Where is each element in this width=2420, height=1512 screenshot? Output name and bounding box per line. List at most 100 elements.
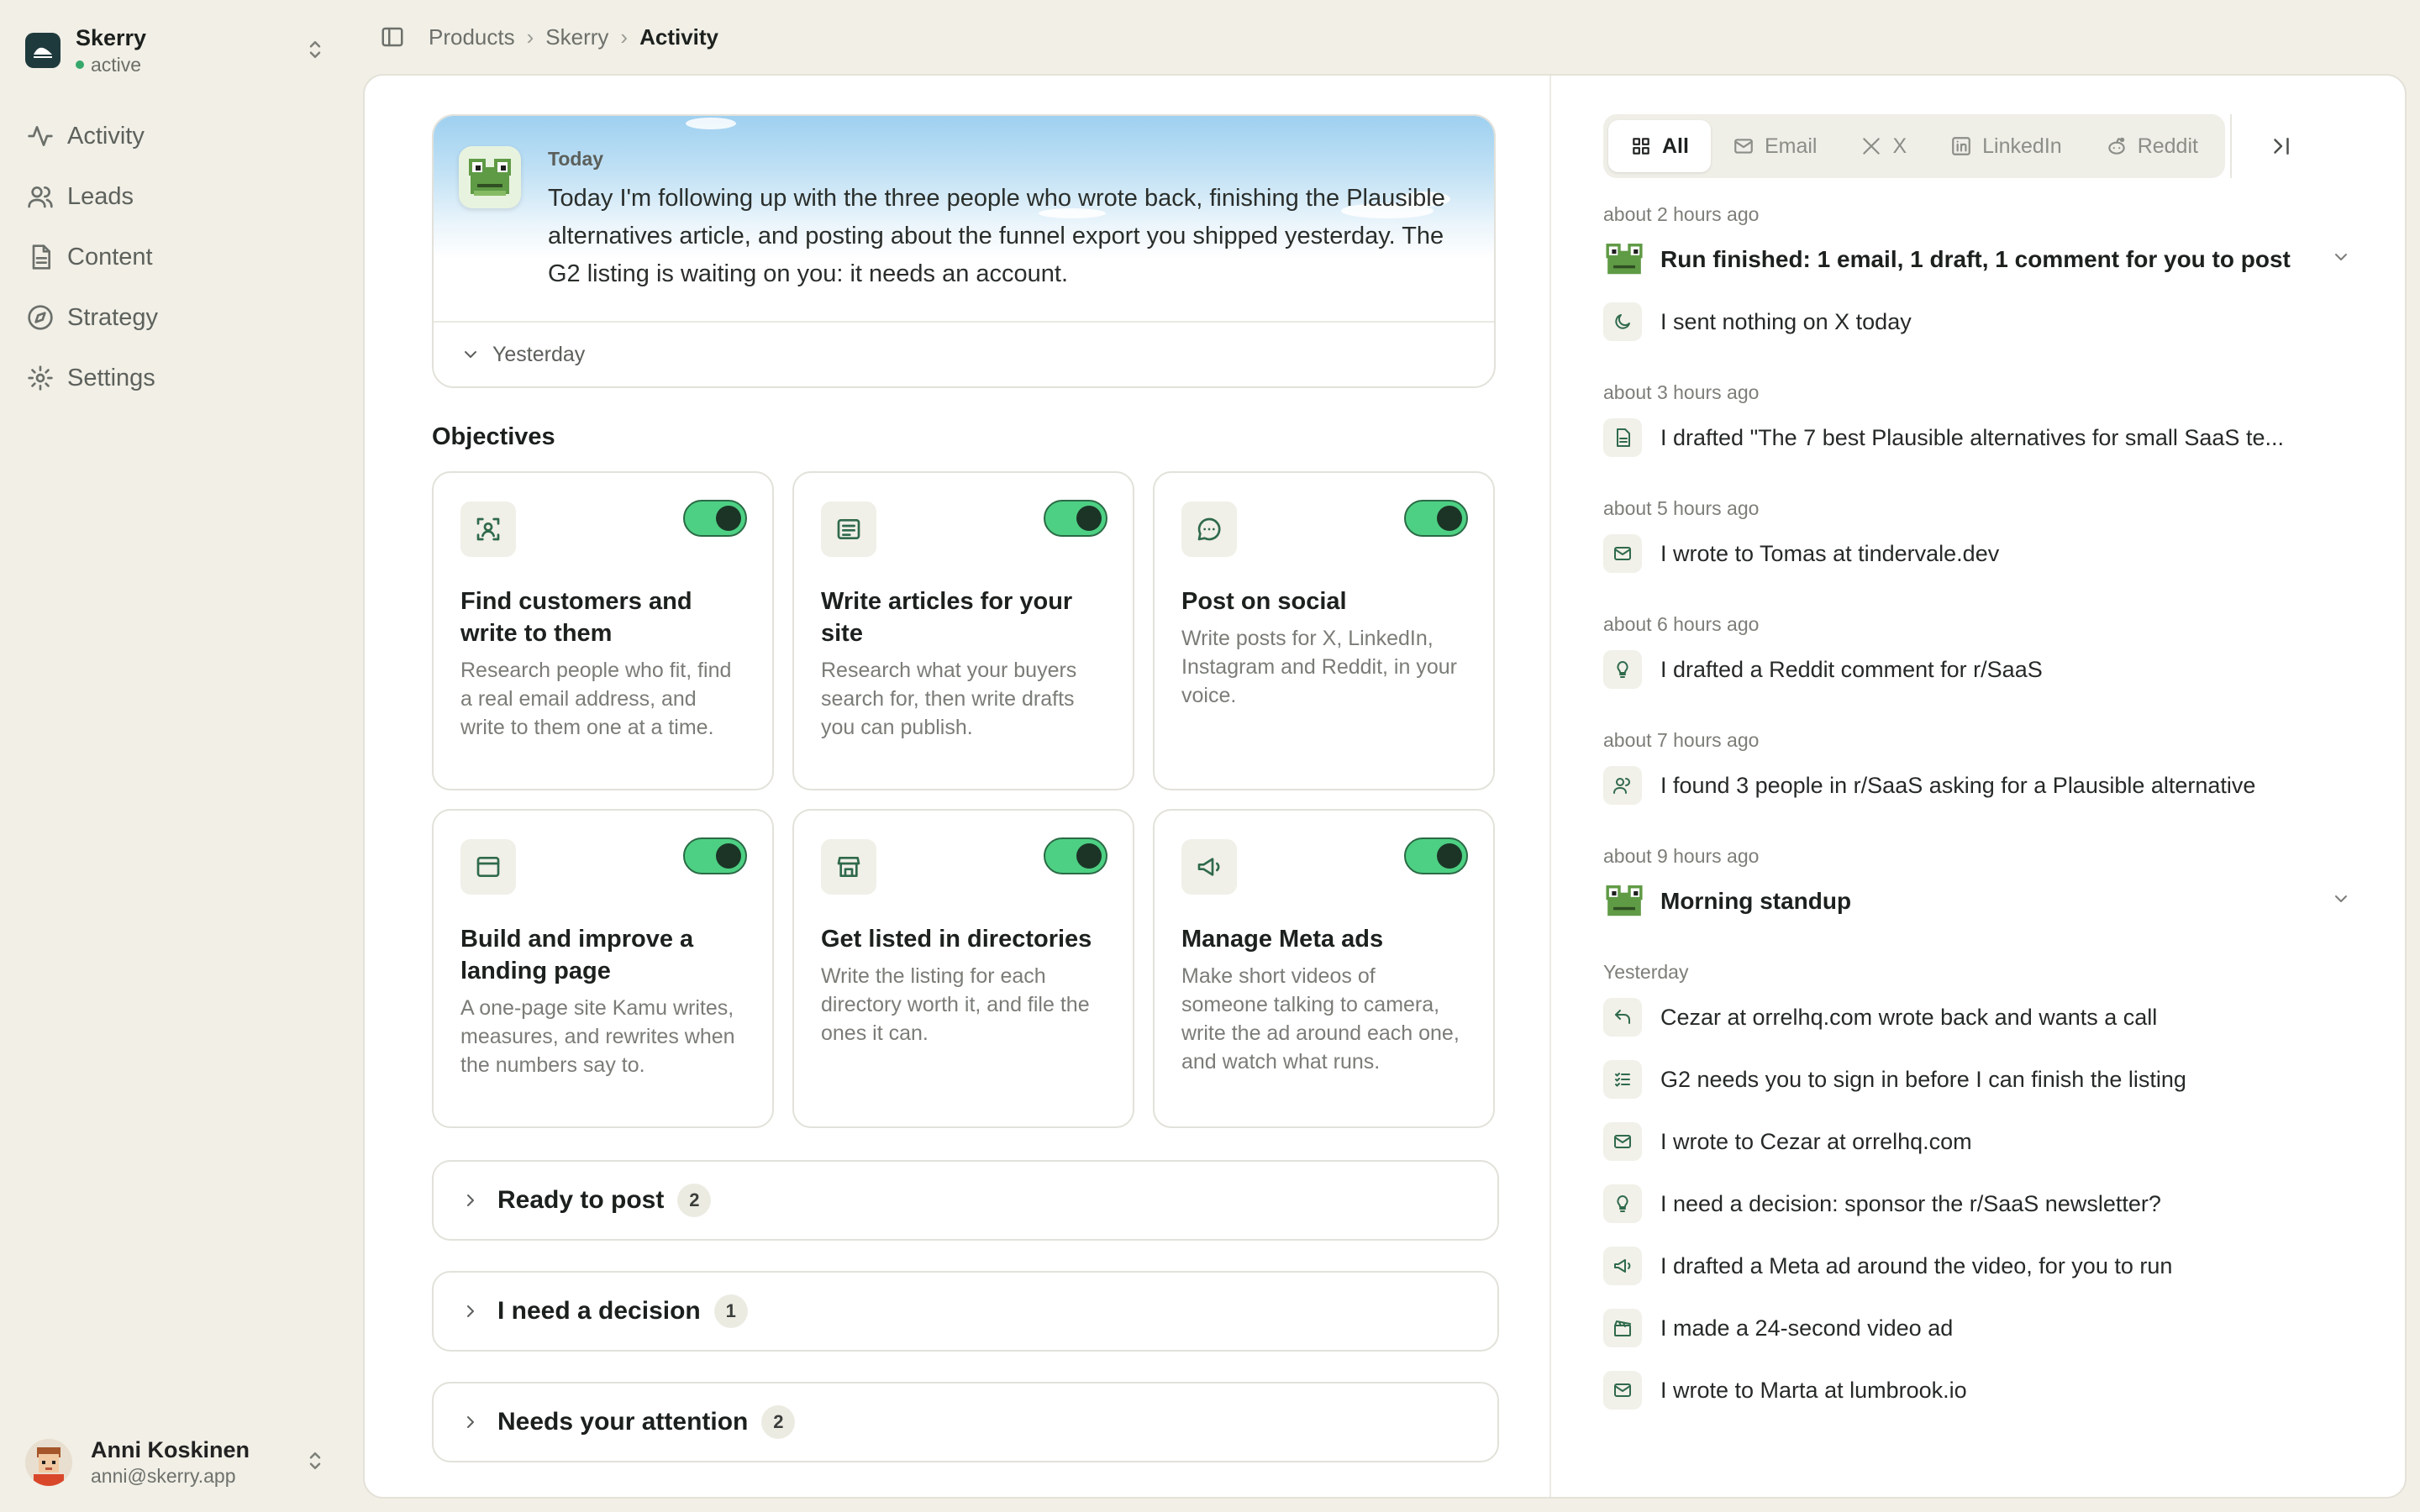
grid-icon bbox=[1633, 138, 1649, 155]
objective-card[interactable]: Find customers and write to them Researc… bbox=[432, 471, 774, 790]
sidebar-item-strategy[interactable]: Strategy bbox=[24, 292, 343, 343]
breadcrumb: Products › Skerry › Activity bbox=[380, 18, 718, 55]
objective-card[interactable]: Get listed in directories Write the list… bbox=[792, 809, 1134, 1128]
tab-label: All bbox=[1662, 134, 1689, 158]
storefront-icon bbox=[821, 839, 876, 895]
feed-entry[interactable]: I drafted "The 7 best Plausible alternat… bbox=[1603, 407, 2360, 469]
feed-entry-morning-standup[interactable]: Morning standup bbox=[1603, 870, 2360, 932]
org-switcher[interactable]: Skerry active bbox=[25, 24, 336, 77]
feed-entry-text: I drafted a Meta ad around the video, fo… bbox=[1660, 1252, 2173, 1278]
chevron-down-icon[interactable] bbox=[2331, 889, 2351, 909]
chevron-right-icon bbox=[467, 1416, 474, 1428]
objective-description: Write posts for X, LinkedIn, Instagram a… bbox=[1181, 627, 1457, 707]
cloud-decoration bbox=[686, 118, 736, 129]
breadcrumb-skerry[interactable]: Skerry bbox=[545, 24, 608, 50]
video-clapper-icon bbox=[1603, 1309, 1642, 1347]
agent-avatar-icon bbox=[459, 146, 521, 208]
skerry-logo-icon bbox=[25, 33, 60, 68]
main-panel: Today Today I'm following up with the th… bbox=[363, 74, 2407, 1499]
feed-entry-text: I wrote to Tomas at tindervale.dev bbox=[1660, 540, 2000, 566]
document-icon bbox=[32, 244, 50, 270]
objective-title: Build and improve a landing page bbox=[460, 926, 694, 984]
compass-icon bbox=[28, 305, 53, 330]
org-name: Skerry bbox=[76, 24, 147, 50]
chat-bubble-icon bbox=[1181, 501, 1237, 557]
objective-toggle[interactable] bbox=[1404, 837, 1468, 874]
feed-entry[interactable]: Cezar at orrelhq.com wrote back and want… bbox=[1603, 986, 2360, 1048]
feed-entry[interactable]: I found 3 people in r/SaaS asking for a … bbox=[1603, 754, 2360, 816]
tab-linkedin[interactable]: LinkedIn bbox=[1928, 120, 2084, 172]
group-attention[interactable]: Needs your attention 2 bbox=[432, 1382, 1499, 1462]
objective-title: Find customers and write to them bbox=[460, 588, 692, 647]
feed-entry[interactable]: G2 needs you to sign in before I can fin… bbox=[1603, 1048, 2360, 1110]
timestamp: about 3 hours ago bbox=[1603, 381, 1760, 403]
objective-toggle[interactable] bbox=[1044, 837, 1107, 874]
sidebar: Skerry active Activity Leads Content Str… bbox=[0, 0, 361, 1512]
objectives-title: Objectives bbox=[432, 423, 555, 450]
objective-toggle[interactable] bbox=[1044, 500, 1107, 537]
feed-entry[interactable]: I need a decision: sponsor the r/SaaS ne… bbox=[1603, 1173, 2360, 1235]
breadcrumb-products[interactable]: Products bbox=[429, 24, 515, 50]
objective-card[interactable]: Post on social Write posts for X, Linked… bbox=[1153, 471, 1495, 790]
chevron-right-icon: › bbox=[526, 24, 534, 50]
sidebar-item-settings[interactable]: Settings bbox=[24, 353, 343, 403]
objective-toggle[interactable] bbox=[1404, 500, 1468, 537]
sidebar-toggle-icon[interactable] bbox=[380, 24, 405, 50]
timestamp: about 2 hours ago bbox=[1603, 203, 1760, 225]
sidebar-item-label: Settings bbox=[67, 364, 155, 391]
objective-card[interactable]: Write articles for your site Research wh… bbox=[792, 471, 1134, 790]
feed-entry[interactable]: I drafted a Meta ad around the video, fo… bbox=[1603, 1235, 2360, 1297]
users-icon bbox=[28, 186, 53, 208]
feed-entry-text: Cezar at orrelhq.com wrote back and want… bbox=[1660, 1004, 2158, 1030]
objective-card[interactable]: Build and improve a landing page A one-p… bbox=[432, 809, 774, 1128]
feed-entry[interactable]: I made a 24-second video ad bbox=[1603, 1297, 2360, 1359]
tab-reddit[interactable]: Reddit bbox=[2084, 120, 2220, 172]
feed-tabs-row: All Email X LinkedIn Reddit bbox=[1603, 114, 2360, 178]
feed-entry-run-finished[interactable]: Run finished: 1 email, 1 draft, 1 commen… bbox=[1603, 228, 2360, 291]
article-icon bbox=[821, 501, 876, 557]
users-icon bbox=[1603, 766, 1642, 805]
feed-entry-text: I wrote to Marta at lumbrook.io bbox=[1660, 1377, 1967, 1403]
brief-header: Today Today I'm following up with the th… bbox=[434, 116, 1494, 321]
activity-icon bbox=[28, 126, 53, 146]
tabs-divider bbox=[2229, 114, 2232, 178]
tab-all[interactable]: All bbox=[1608, 120, 1711, 172]
feed-entry[interactable]: I sent nothing on X today bbox=[1603, 291, 2360, 353]
previous-brief-toggle[interactable]: Yesterday bbox=[434, 321, 1494, 386]
objective-toggle[interactable] bbox=[683, 837, 747, 874]
sidebar-item-leads[interactable]: Leads bbox=[24, 171, 343, 222]
user-name: Anni Koskinen bbox=[91, 1437, 250, 1462]
previous-brief-label: Yesterday bbox=[492, 342, 586, 366]
agent-avatar-icon bbox=[1606, 244, 1643, 275]
timestamp: about 9 hours ago bbox=[1603, 845, 1760, 867]
feed-entry[interactable]: I wrote to Cezar at orrelhq.com bbox=[1603, 1110, 2360, 1173]
reddit-icon bbox=[2107, 137, 2125, 155]
tab-email[interactable]: Email bbox=[1711, 120, 1839, 172]
user-menu[interactable]: Anni Koskinen anni@skerry.app bbox=[25, 1433, 336, 1492]
sidebar-item-label: Strategy bbox=[67, 303, 158, 331]
feed-entry[interactable]: I wrote to Marta at lumbrook.io bbox=[1603, 1359, 2360, 1421]
activity-feed: All Email X LinkedIn Reddit about 2 hour… bbox=[1603, 114, 2360, 1421]
group-ready-to-post[interactable]: Ready to post 2 bbox=[432, 1160, 1499, 1241]
group-title: I need a decision bbox=[497, 1297, 701, 1325]
tab-x[interactable]: X bbox=[1839, 120, 1928, 172]
chevron-down-icon[interactable] bbox=[2331, 247, 2351, 267]
chevron-updown-icon[interactable] bbox=[302, 37, 328, 62]
feed-entry[interactable]: I drafted a Reddit comment for r/SaaS bbox=[1603, 638, 2360, 701]
sidebar-item-activity[interactable]: Activity bbox=[24, 111, 343, 161]
lightbulb-icon bbox=[1603, 1184, 1642, 1223]
feed-entry-text: I need a decision: sponsor the r/SaaS ne… bbox=[1660, 1190, 2161, 1216]
collapse-panel-icon[interactable] bbox=[2269, 134, 2294, 159]
timestamp: Yesterday bbox=[1603, 961, 1689, 983]
sidebar-item-content[interactable]: Content bbox=[24, 232, 343, 282]
group-decision[interactable]: I need a decision 1 bbox=[432, 1271, 1499, 1352]
org-status: active bbox=[76, 54, 146, 76]
center-column: Today Today I'm following up with the th… bbox=[432, 114, 1499, 1462]
objective-card[interactable]: Manage Meta ads Make short videos of som… bbox=[1153, 809, 1495, 1128]
tab-label: Reddit bbox=[2137, 134, 2198, 158]
objective-toggle[interactable] bbox=[683, 500, 747, 537]
count-badge: 2 bbox=[761, 1405, 796, 1439]
chevron-updown-icon[interactable] bbox=[302, 1448, 328, 1473]
feed-entry[interactable]: I wrote to Tomas at tindervale.dev bbox=[1603, 522, 2360, 585]
tab-label: Email bbox=[1764, 134, 1818, 158]
